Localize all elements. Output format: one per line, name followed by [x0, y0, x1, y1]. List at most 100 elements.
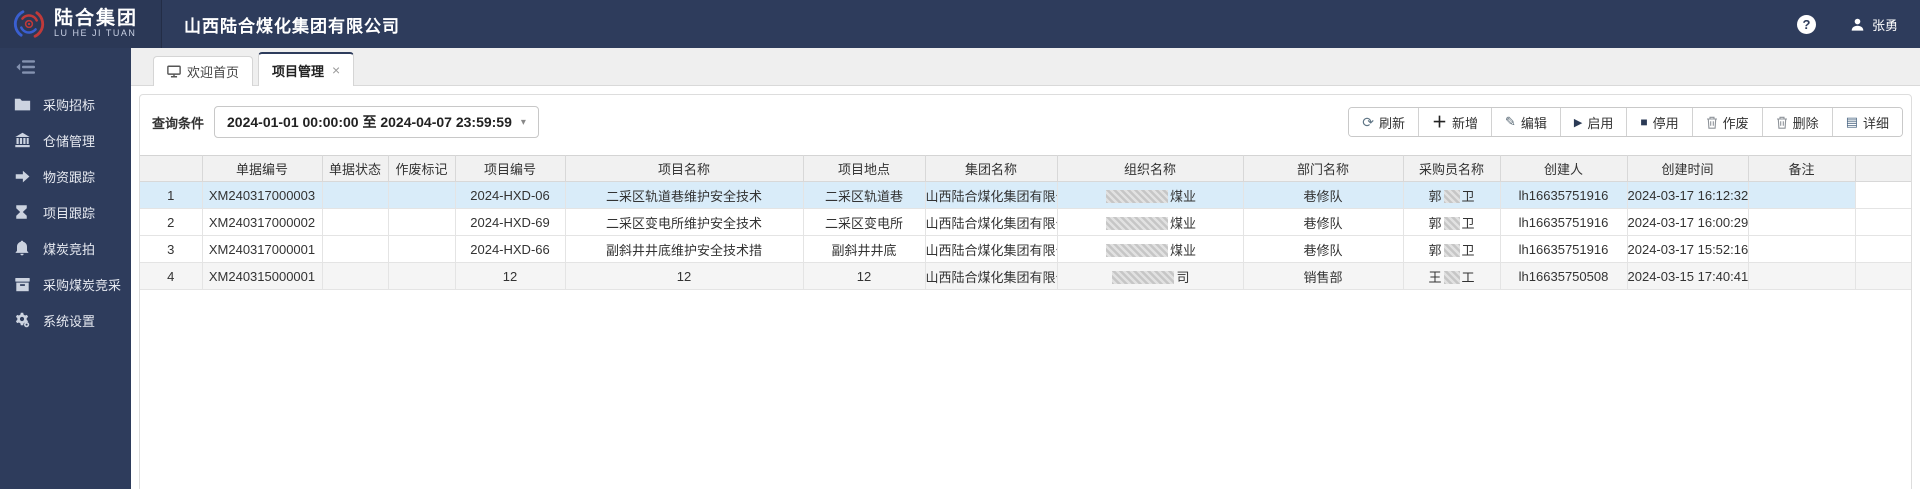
- filler-cell: [1854, 208, 1911, 236]
- table-cell[interactable]: XM240317000002: [201, 208, 323, 236]
- table-cell[interactable]: 山西陆合煤化集团有限公司: [924, 181, 1058, 209]
- table-cell[interactable]: 2024-03-17 15:52:16: [1626, 235, 1749, 263]
- column-header-creator[interactable]: 创建人: [1499, 155, 1628, 182]
- table-row[interactable]: 1 XM240317000003 2024-HXD-06 二采区轨道巷维护安全技术 二采…: [140, 181, 1911, 209]
- table-cell[interactable]: 巷修队: [1242, 235, 1404, 263]
- table-cell[interactable]: 巷修队: [1242, 181, 1404, 209]
- void-button[interactable]: 作废: [1691, 108, 1762, 136]
- table-cell[interactable]: 山西陆合煤化集团有限公司: [924, 208, 1058, 236]
- table-row[interactable]: 2 XM240317000002 2024-HXD-69 二采区变电所维护安全技术 二采…: [140, 208, 1911, 236]
- column-header-void-flag[interactable]: 作废标记: [387, 155, 456, 182]
- refresh-button[interactable]: ⟳ 刷新: [1349, 108, 1418, 136]
- column-header-doc-no[interactable]: 单据编号: [201, 155, 323, 182]
- table-cell[interactable]: lh16635750508: [1499, 262, 1628, 290]
- column-header-group-name[interactable]: 集团名称: [924, 155, 1058, 182]
- table-cell[interactable]: 2024-03-15 17:40:41: [1626, 262, 1749, 290]
- close-icon[interactable]: ×: [332, 62, 340, 78]
- help-button[interactable]: ?: [1796, 14, 1816, 34]
- table-cell[interactable]: 王工: [1402, 262, 1501, 290]
- table-cell[interactable]: 煤业: [1056, 235, 1244, 263]
- delete-button[interactable]: 删除: [1761, 108, 1832, 136]
- table-cell[interactable]: 2024-03-17 16:12:32: [1626, 181, 1749, 209]
- column-header-index[interactable]: [140, 155, 203, 182]
- sidebar-collapse-button[interactable]: [0, 48, 131, 86]
- table-cell[interactable]: 12: [564, 262, 804, 290]
- table-cell[interactable]: lh16635751916: [1499, 181, 1628, 209]
- table-cell[interactable]: [387, 262, 456, 290]
- row-index[interactable]: 3: [140, 235, 203, 263]
- table-cell[interactable]: [321, 262, 389, 290]
- sidebar-item-project-tracking[interactable]: 项目跟踪: [0, 194, 131, 230]
- disable-button[interactable]: ■ 停用: [1626, 108, 1692, 136]
- enable-button[interactable]: ▶ 启用: [1559, 108, 1627, 136]
- table-cell[interactable]: 12: [454, 262, 566, 290]
- table-cell[interactable]: [1747, 181, 1856, 209]
- date-range-dropdown[interactable]: 2024-01-01 00:00:00 至 2024-04-07 23:59:5…: [214, 106, 539, 138]
- column-header-remark[interactable]: 备注: [1747, 155, 1856, 182]
- table-cell[interactable]: 2024-03-17 16:00:29: [1626, 208, 1749, 236]
- sidebar-item-procurement-bidding[interactable]: 采购招标: [0, 86, 131, 122]
- add-button[interactable]: ＋ 新增: [1417, 108, 1491, 136]
- row-index[interactable]: 1: [140, 181, 203, 209]
- column-header-org-name[interactable]: 组织名称: [1056, 155, 1244, 182]
- column-header-doc-status[interactable]: 单据状态: [321, 155, 389, 182]
- table-cell[interactable]: [387, 235, 456, 263]
- table-cell[interactable]: 2024-HXD-06: [454, 181, 566, 209]
- table-cell[interactable]: [1747, 208, 1856, 236]
- sidebar-item-coal-procurement[interactable]: 采购煤炭竞采: [0, 266, 131, 302]
- table-cell[interactable]: 12: [802, 262, 926, 290]
- edit-button[interactable]: ✎ 编辑: [1490, 108, 1560, 136]
- table-cell[interactable]: 二采区轨道巷维护安全技术: [564, 181, 804, 209]
- table-cell[interactable]: 山西陆合煤化集团有限公司: [924, 262, 1058, 290]
- sidebar-item-material-tracking[interactable]: 物资跟踪: [0, 158, 131, 194]
- table-cell[interactable]: XM240315000001: [201, 262, 323, 290]
- toolbar-button-group: ⟳ 刷新 ＋ 新增 ✎ 编辑 ▶ 启用 ■ 停用 作废 删除 ▤ 详细: [1348, 107, 1903, 137]
- row-index[interactable]: 4: [140, 262, 203, 290]
- query-label: 查询条件: [152, 115, 205, 131]
- detail-button[interactable]: ▤ 详细: [1831, 108, 1902, 136]
- table-cell[interactable]: lh16635751916: [1499, 208, 1628, 236]
- table-cell[interactable]: 2024-HXD-69: [454, 208, 566, 236]
- date-range-value: 2024-01-01 00:00:00 至 2024-04-07 23:59:5…: [227, 114, 512, 130]
- table-cell[interactable]: 销售部: [1242, 262, 1404, 290]
- table-cell[interactable]: lh16635751916: [1499, 235, 1628, 263]
- column-header-project-location[interactable]: 项目地点: [802, 155, 926, 182]
- sidebar-item-coal-auction[interactable]: 煤炭竞拍: [0, 230, 131, 266]
- sidebar-item-system-settings[interactable]: 系统设置: [0, 302, 131, 338]
- table-cell[interactable]: 二采区变电所维护安全技术: [564, 208, 804, 236]
- table-cell[interactable]: 副斜井井底维护安全技术措: [564, 235, 804, 263]
- table-cell[interactable]: XM240317000003: [201, 181, 323, 209]
- table-cell[interactable]: XM240317000001: [201, 235, 323, 263]
- table-cell[interactable]: 巷修队: [1242, 208, 1404, 236]
- table-cell[interactable]: [387, 181, 456, 209]
- tab-welcome[interactable]: 欢迎首页: [153, 56, 254, 86]
- column-header-project-no[interactable]: 项目编号: [454, 155, 566, 182]
- table-cell[interactable]: 煤业: [1056, 208, 1244, 236]
- table-cell[interactable]: 郭卫: [1402, 181, 1501, 209]
- table-cell[interactable]: [1747, 262, 1856, 290]
- table-cell[interactable]: 2024-HXD-66: [454, 235, 566, 263]
- user-menu[interactable]: 张勇: [1850, 15, 1898, 34]
- table-cell[interactable]: 郭卫: [1402, 208, 1501, 236]
- column-header-create-time[interactable]: 创建时间: [1626, 155, 1749, 182]
- table-cell[interactable]: 二采区变电所: [802, 208, 926, 236]
- table-row[interactable]: 4XM240315000001121212山西陆合煤化集团有限公司司销售部王工l…: [140, 262, 1911, 290]
- table-cell[interactable]: [387, 208, 456, 236]
- row-index[interactable]: 2: [140, 208, 203, 236]
- sidebar-item-warehouse[interactable]: 仓储管理: [0, 122, 131, 158]
- table-cell[interactable]: 二采区轨道巷: [802, 181, 926, 209]
- table-cell[interactable]: 郭卫: [1402, 235, 1501, 263]
- table-cell[interactable]: 司: [1056, 262, 1244, 290]
- table-row[interactable]: 3 XM240317000001 2024-HXD-66 副斜井井底维护安全技术措 副斜…: [140, 235, 1911, 263]
- column-header-purchaser-name[interactable]: 采购员名称: [1402, 155, 1501, 182]
- column-header-project-name[interactable]: 项目名称: [564, 155, 804, 182]
- table-cell[interactable]: 山西陆合煤化集团有限公司: [924, 235, 1058, 263]
- table-cell[interactable]: 副斜井井底: [802, 235, 926, 263]
- table-cell[interactable]: [1747, 235, 1856, 263]
- table-cell[interactable]: [321, 235, 389, 263]
- column-header-dept-name[interactable]: 部门名称: [1242, 155, 1404, 182]
- tab-project-management[interactable]: 项目管理 ×: [258, 52, 355, 86]
- table-cell[interactable]: [321, 208, 389, 236]
- table-cell[interactable]: 煤业: [1056, 181, 1244, 209]
- table-cell[interactable]: [321, 181, 389, 209]
